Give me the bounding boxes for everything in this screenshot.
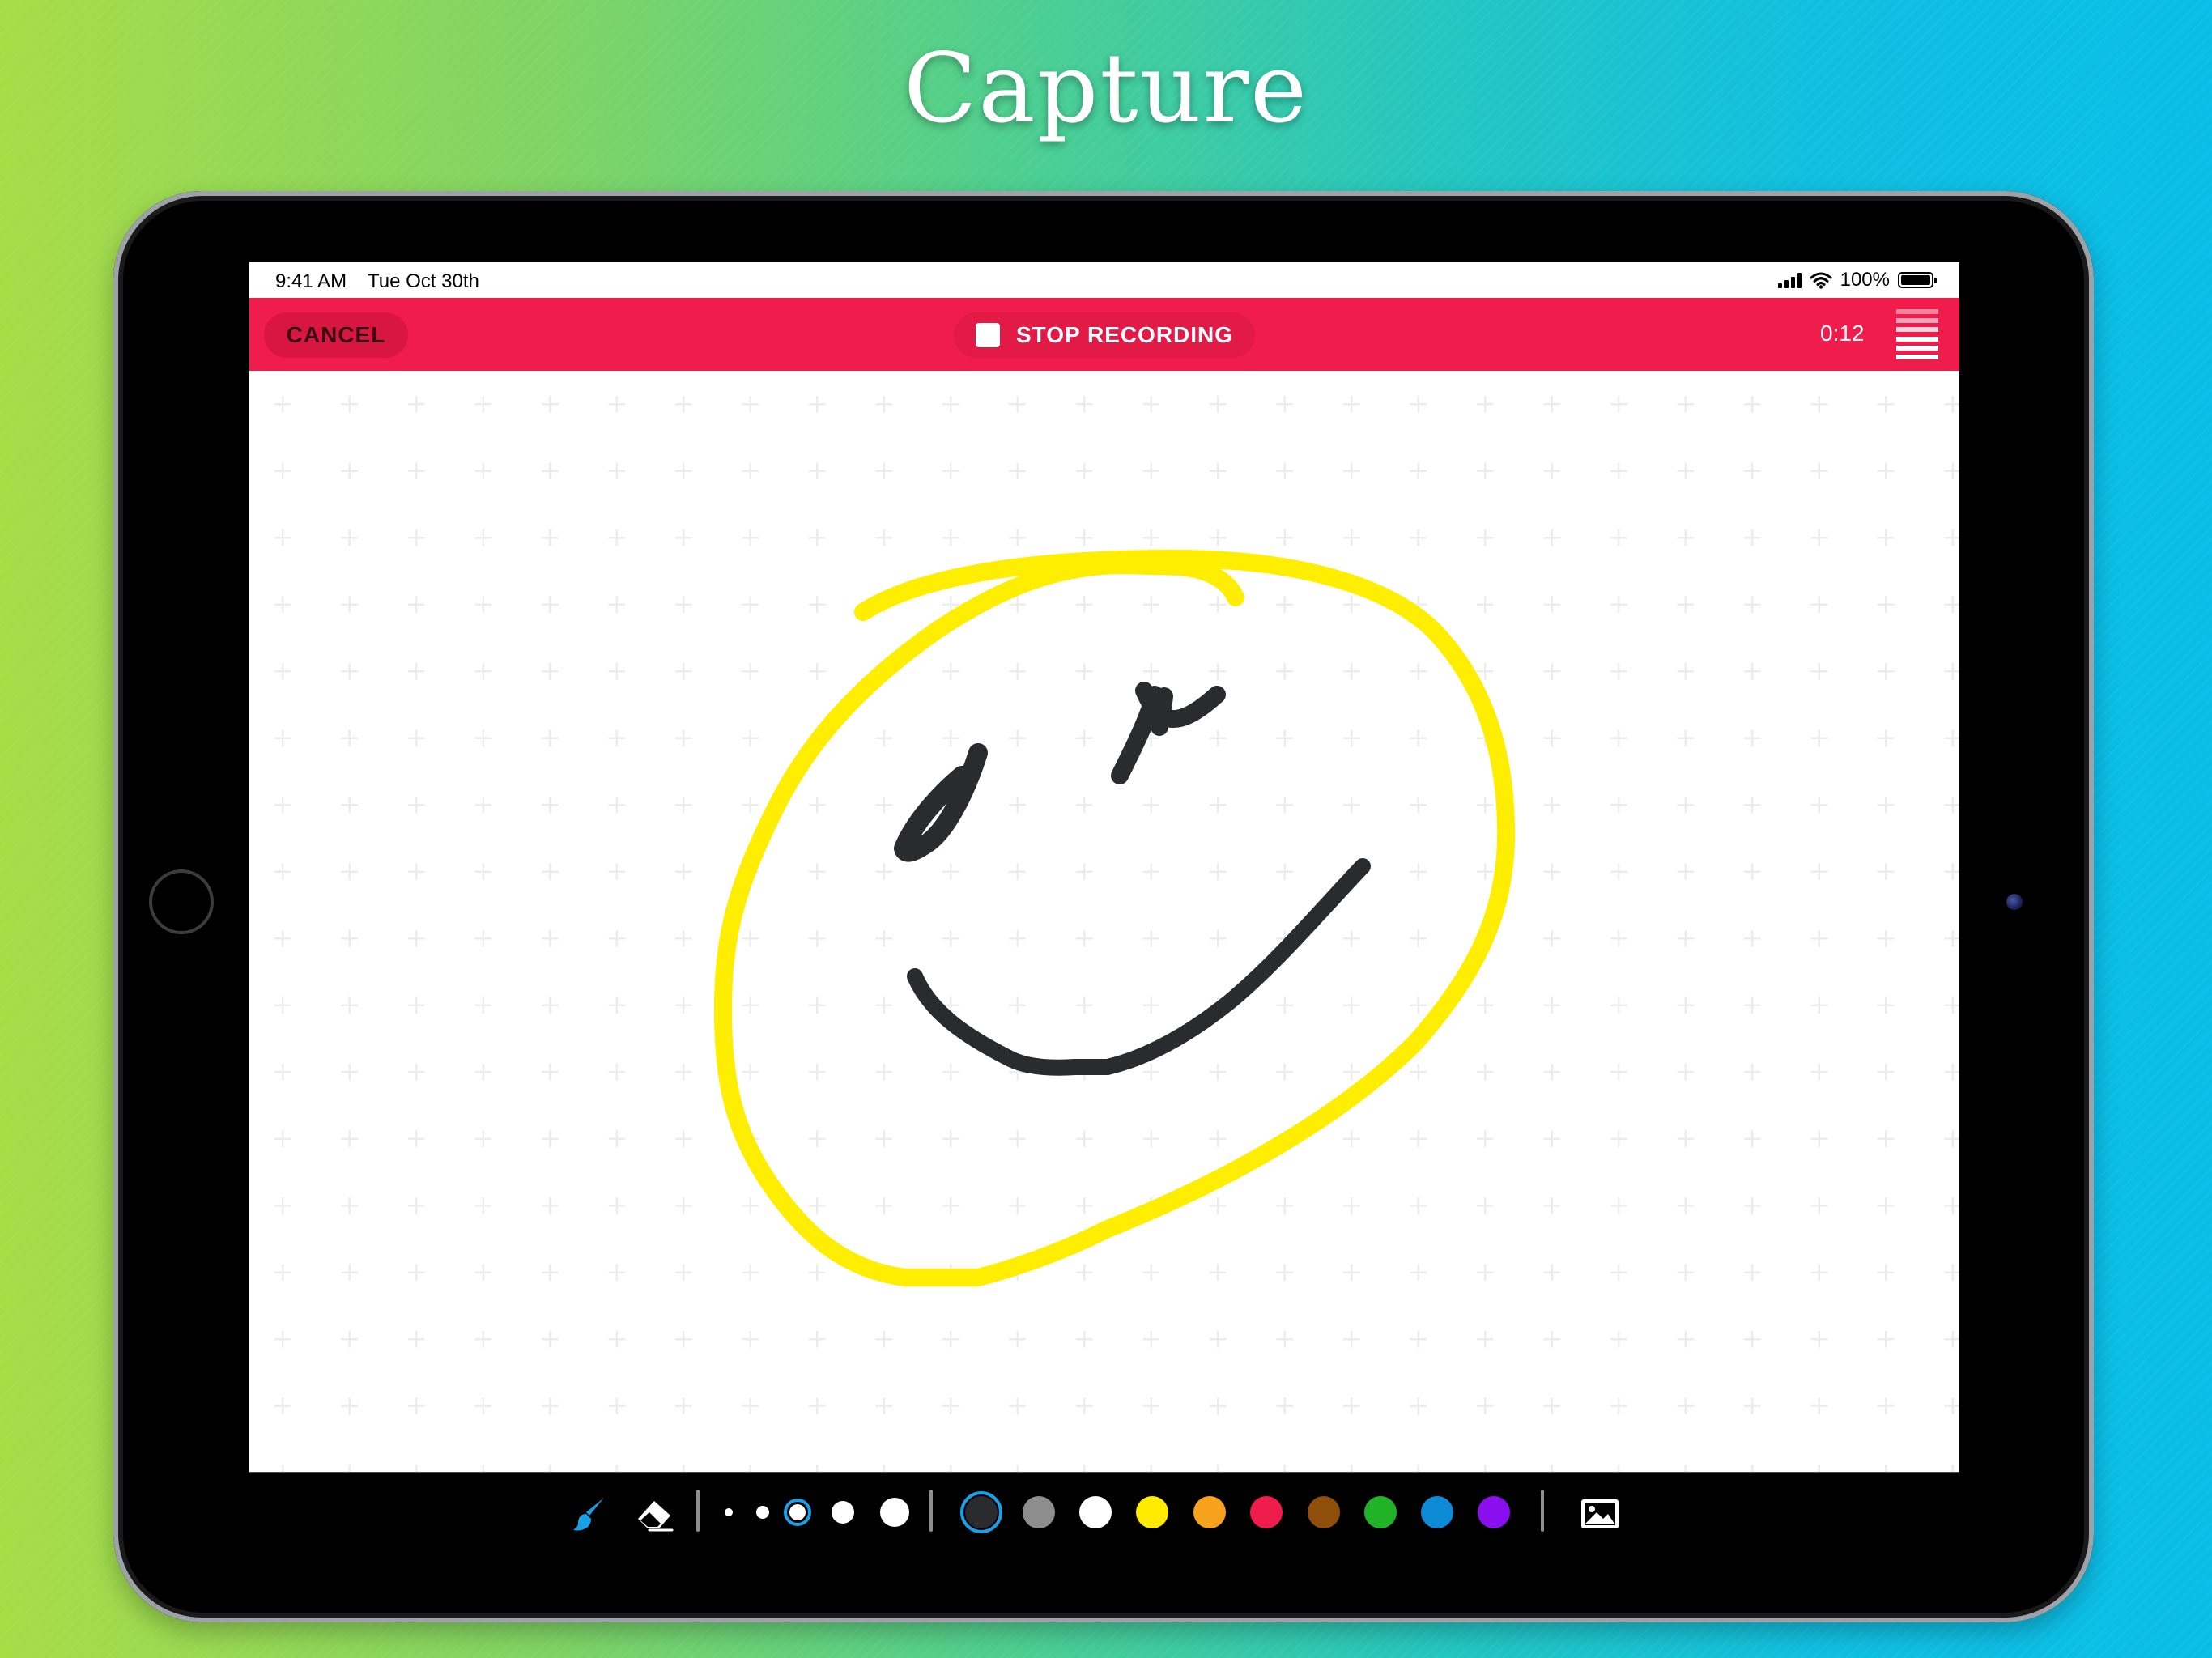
- drawing-canvas[interactable]: [249, 371, 1959, 1472]
- cellular-signal-icon: [1777, 272, 1802, 288]
- brush-size-extra-large[interactable]: [880, 1498, 909, 1527]
- image-icon[interactable]: [1579, 1493, 1621, 1535]
- stop-recording-label: STOP RECORDING: [1015, 322, 1234, 347]
- color-swatch-green[interactable]: [1364, 1496, 1397, 1528]
- grid-background: [249, 371, 1959, 1472]
- cancel-button[interactable]: CANCEL: [264, 312, 408, 358]
- recording-timer: 0:12: [1820, 321, 1865, 346]
- canvas-drawing: [249, 371, 1959, 1472]
- brush-icon[interactable]: [568, 1493, 610, 1535]
- color-swatch-orange[interactable]: [1193, 1496, 1226, 1528]
- color-swatch-gray[interactable]: [1023, 1496, 1055, 1528]
- app-screen: 9:41 AM Tue Oct 30th 100% CANCEL STOP RE…: [249, 262, 1959, 1550]
- drawing-toolbar: [249, 1472, 1959, 1550]
- front-camera: [2006, 894, 2023, 910]
- home-button[interactable]: [149, 869, 214, 934]
- stop-icon: [975, 323, 1000, 347]
- color-swatch-white[interactable]: [1079, 1496, 1112, 1528]
- color-swatch-yellow[interactable]: [1136, 1496, 1168, 1528]
- status-time: 9:41 AM: [275, 270, 347, 292]
- brush-size-extra-small[interactable]: [725, 1508, 733, 1516]
- status-indicators: 100%: [1777, 269, 1937, 291]
- color-swatch-blue[interactable]: [1421, 1496, 1453, 1528]
- toolbar-separator: [929, 1490, 933, 1532]
- audio-level-icon: [1896, 309, 1938, 359]
- tablet-frame: 9:41 AM Tue Oct 30th 100% CANCEL STOP RE…: [113, 191, 2094, 1622]
- brush-size-small[interactable]: [756, 1506, 769, 1519]
- cancel-button-label: CANCEL: [286, 322, 386, 347]
- recording-bar: CANCEL STOP RECORDING 0:12: [249, 298, 1959, 371]
- color-swatch-red[interactable]: [1250, 1496, 1283, 1528]
- toolbar-separator: [1541, 1490, 1544, 1532]
- toolbar-separator: [696, 1490, 700, 1532]
- page-headline: Capture: [904, 32, 1308, 144]
- brush-size-medium-dot: [789, 1504, 806, 1520]
- battery-percent: 100%: [1840, 269, 1890, 291]
- stop-recording-button[interactable]: STOP RECORDING: [954, 312, 1255, 358]
- status-date: Tue Oct 30th: [368, 270, 479, 292]
- color-swatch-brown[interactable]: [1308, 1496, 1340, 1528]
- wifi-icon: [1810, 272, 1832, 289]
- color-swatch-black[interactable]: [965, 1496, 998, 1528]
- brush-size-large[interactable]: [832, 1501, 854, 1524]
- eraser-icon[interactable]: [633, 1493, 675, 1535]
- color-swatch-purple[interactable]: [1478, 1496, 1510, 1528]
- status-bar: 9:41 AM Tue Oct 30th 100%: [249, 262, 1959, 298]
- battery-icon: [1898, 272, 1937, 288]
